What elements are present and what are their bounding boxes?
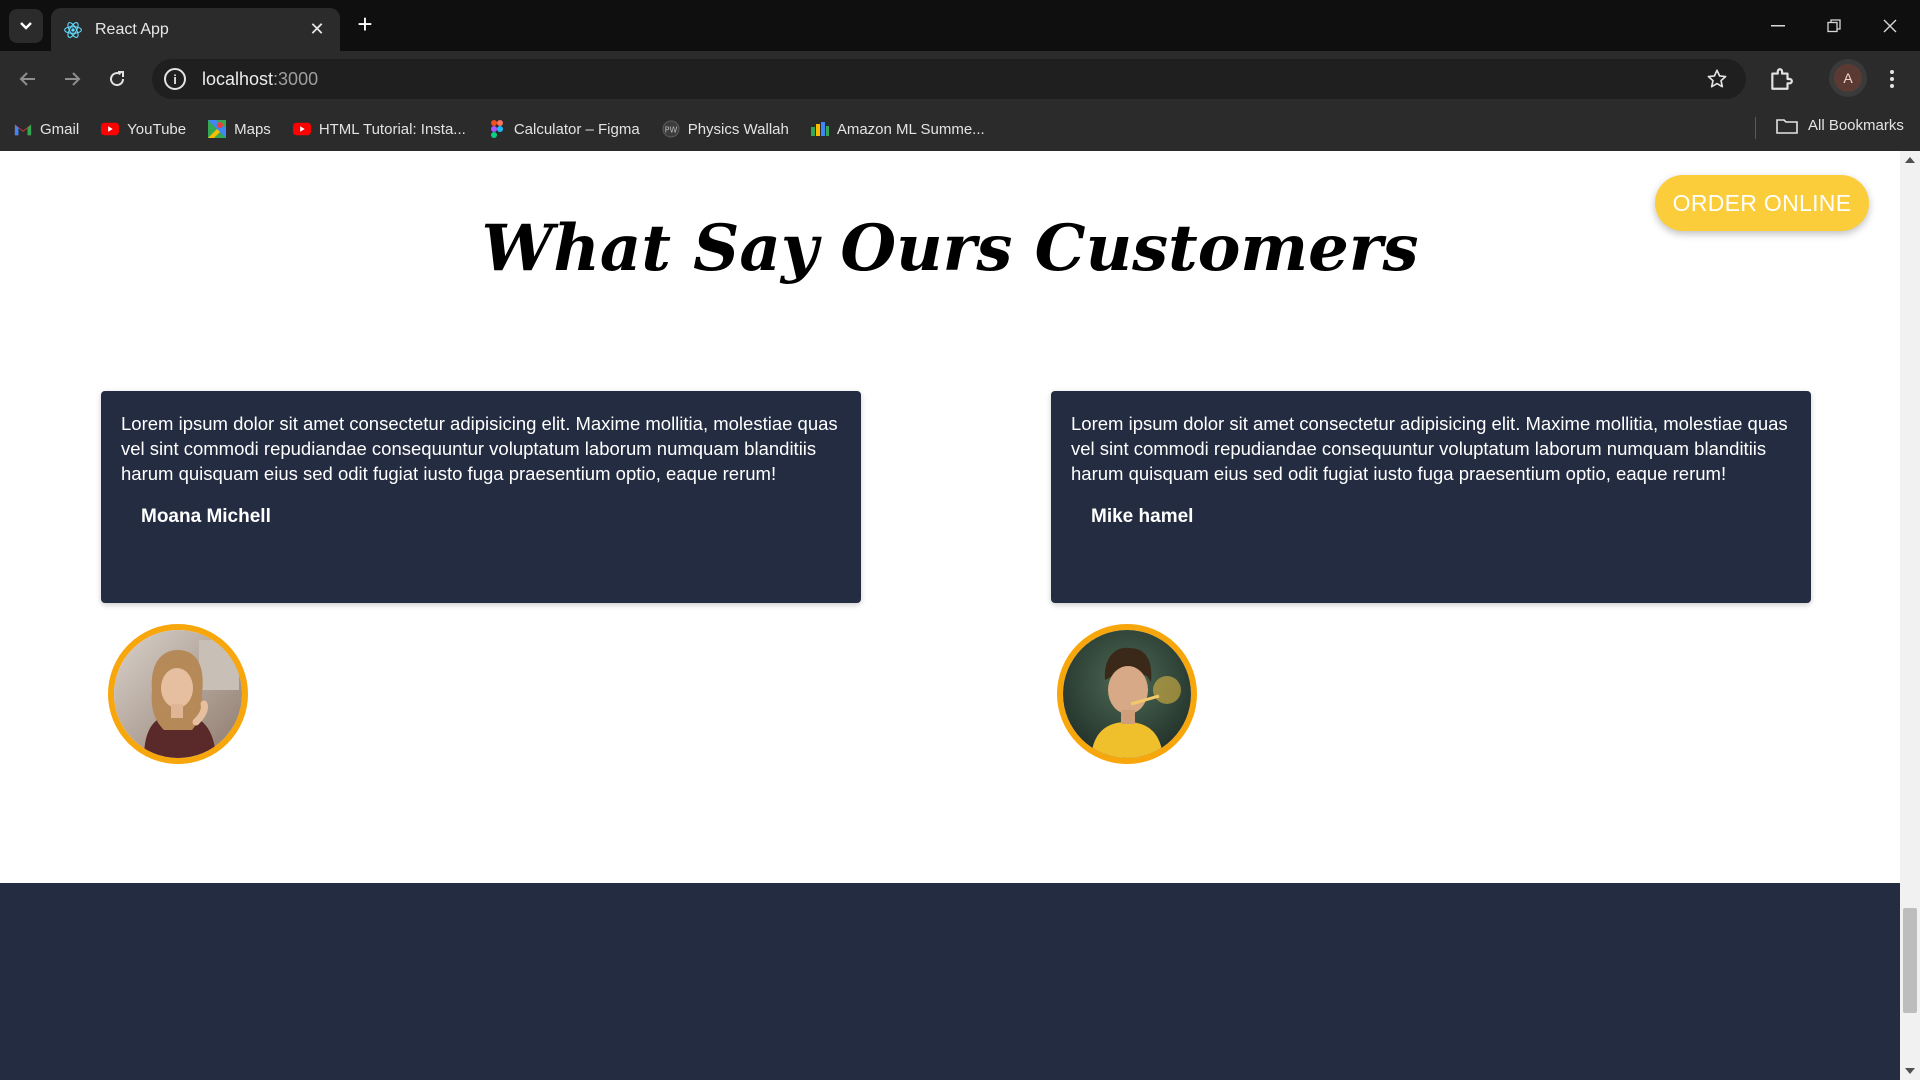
testimonial-quote: Lorem ipsum dolor sit amet consectetur a… bbox=[121, 413, 838, 484]
tab-search-button[interactable] bbox=[9, 9, 43, 43]
site-info-icon[interactable]: i bbox=[164, 68, 186, 90]
testimonial-author: Moana Michell bbox=[141, 506, 271, 527]
close-icon bbox=[1883, 19, 1897, 32]
svg-text:PW: PW bbox=[664, 126, 677, 135]
bookmark-html-tutorial[interactable]: HTML Tutorial: Insta... bbox=[292, 120, 466, 138]
man-portrait-icon bbox=[1063, 630, 1191, 758]
all-bookmarks-button[interactable]: All Bookmarks bbox=[1776, 117, 1904, 134]
page-scrollbar[interactable] bbox=[1900, 151, 1920, 1080]
all-bookmarks-label: All Bookmarks bbox=[1808, 117, 1904, 134]
minimize-icon bbox=[1771, 24, 1785, 26]
arrow-left-icon bbox=[19, 72, 35, 86]
reload-button[interactable] bbox=[103, 65, 131, 93]
browser-tab[interactable]: React App ✕ bbox=[51, 8, 340, 51]
bookmarks-bar: Gmail YouTube Maps HTML Tutorial: Insta.… bbox=[0, 107, 1920, 151]
physics-wallah-icon: PW bbox=[662, 120, 680, 138]
youtube-icon bbox=[101, 122, 120, 136]
youtube-icon bbox=[292, 122, 311, 136]
restore-button[interactable] bbox=[1806, 0, 1862, 51]
scroll-up-arrow-icon[interactable] bbox=[1905, 157, 1915, 163]
avatar: A bbox=[1834, 64, 1862, 92]
tab-strip: React App ✕ + bbox=[0, 0, 1920, 51]
new-tab-button[interactable]: + bbox=[352, 11, 378, 38]
bookmark-youtube[interactable]: YouTube bbox=[101, 120, 186, 138]
arrow-right-icon bbox=[65, 72, 81, 86]
close-window-button[interactable] bbox=[1862, 0, 1918, 51]
browser-toolbar: i localhost:3000 A bbox=[0, 51, 1920, 107]
minimize-button[interactable] bbox=[1750, 0, 1806, 51]
gmail-icon bbox=[14, 124, 32, 136]
bookmark-label: HTML Tutorial: Insta... bbox=[318, 120, 466, 138]
bookmark-label: Gmail bbox=[40, 120, 80, 138]
testimonial-quote: Lorem ipsum dolor sit amet consectetur a… bbox=[1071, 413, 1788, 484]
bookmark-label: YouTube bbox=[127, 120, 187, 138]
bookmark-amazon-ml[interactable]: Amazon ML Summe... bbox=[810, 120, 985, 138]
maps-icon bbox=[208, 120, 227, 138]
url-port: :3000 bbox=[273, 68, 319, 89]
bookmark-label: Amazon ML Summe... bbox=[836, 120, 985, 138]
section-title: What Say Ours Customers bbox=[481, 211, 1419, 286]
testimonial-card: Lorem ipsum dolor sit amet consectetur a… bbox=[101, 391, 861, 603]
scroll-down-arrow-icon[interactable] bbox=[1905, 1068, 1915, 1074]
figma-icon bbox=[490, 120, 503, 138]
folder-icon bbox=[1776, 118, 1798, 134]
restore-icon bbox=[1827, 18, 1841, 32]
close-tab-icon[interactable]: ✕ bbox=[306, 19, 328, 40]
bookmark-gmail[interactable]: Gmail bbox=[14, 120, 79, 138]
react-logo-icon bbox=[64, 21, 82, 38]
extensions-icon[interactable] bbox=[1768, 66, 1794, 92]
woman-portrait-icon bbox=[114, 630, 242, 758]
testimonial-author: Mike hamel bbox=[1091, 506, 1194, 527]
browser-menu-button[interactable] bbox=[1882, 65, 1902, 93]
profile-avatar-button[interactable]: A bbox=[1829, 59, 1867, 97]
menu-dot bbox=[1890, 77, 1894, 81]
url-host: localhost bbox=[202, 68, 274, 89]
back-button[interactable] bbox=[14, 65, 42, 93]
footer bbox=[0, 883, 1900, 1080]
tab-title: React App bbox=[95, 20, 169, 38]
testimonial-card: Lorem ipsum dolor sit amet consectetur a… bbox=[1051, 391, 1811, 603]
scrollbar-thumb[interactable] bbox=[1903, 908, 1917, 1013]
page-viewport: ORDER ONLINE What Say Ours Customers Lor… bbox=[0, 151, 1900, 1080]
bookmarks-divider bbox=[1755, 117, 1756, 139]
customer-photo bbox=[1057, 624, 1197, 764]
bookmark-maps[interactable]: Maps bbox=[208, 120, 271, 138]
bookmark-label: Physics Wallah bbox=[687, 120, 789, 138]
bookmark-label: Calculator – Figma bbox=[513, 120, 640, 138]
reload-icon bbox=[110, 71, 125, 87]
address-bar[interactable]: i localhost:3000 bbox=[152, 59, 1746, 99]
bookmark-figma[interactable]: Calculator – Figma bbox=[488, 120, 640, 138]
forward-button[interactable] bbox=[58, 65, 86, 93]
bookmark-star-icon[interactable] bbox=[1706, 68, 1728, 90]
amazon-ml-icon bbox=[810, 122, 829, 136]
bookmark-physics-wallah[interactable]: PW Physics Wallah bbox=[662, 120, 789, 138]
bookmark-label: Maps bbox=[234, 120, 271, 138]
menu-dot bbox=[1890, 84, 1894, 88]
menu-dot bbox=[1890, 70, 1894, 74]
customer-photo bbox=[108, 624, 248, 764]
chevron-down-icon bbox=[20, 22, 32, 30]
